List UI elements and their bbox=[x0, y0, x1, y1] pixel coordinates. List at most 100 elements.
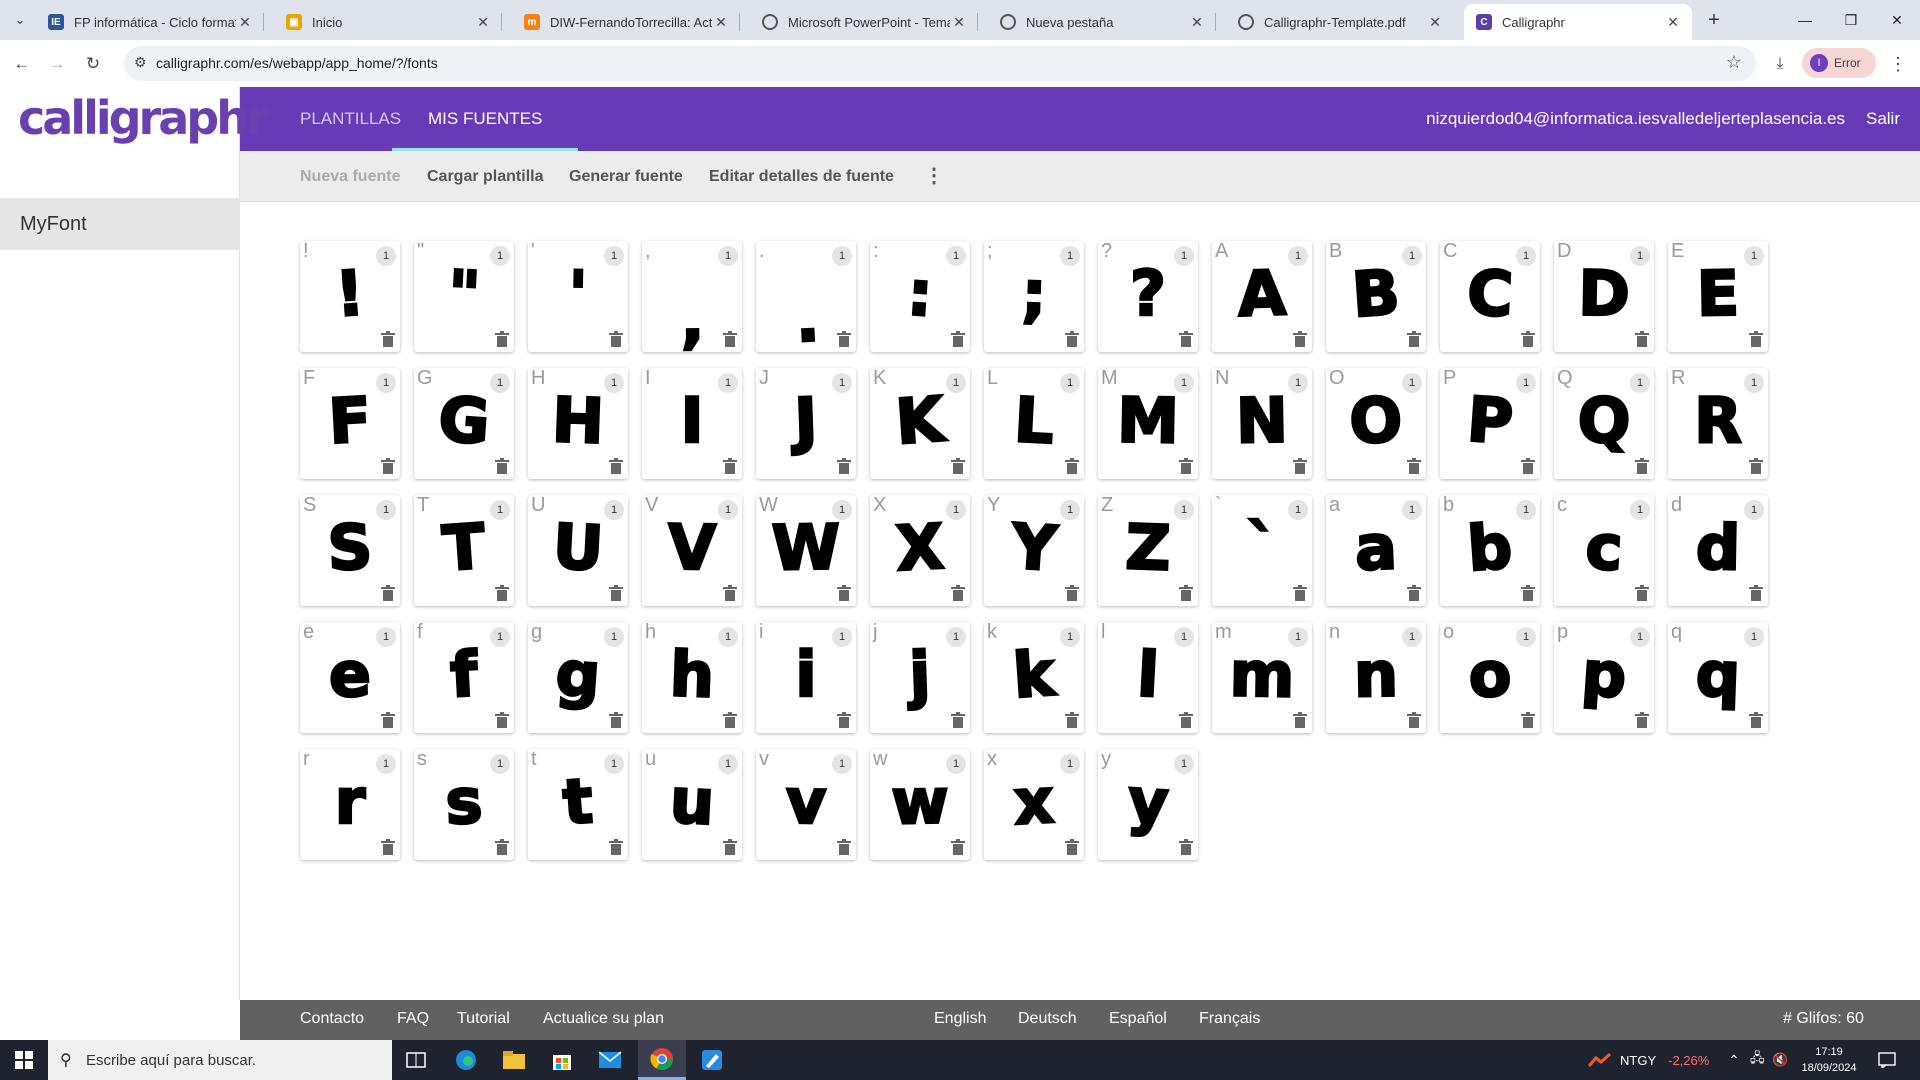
upgrade-plan-link[interactable]: Actualice su plan bbox=[543, 1010, 664, 1028]
close-icon[interactable]: ✕ bbox=[1664, 14, 1682, 31]
profile-button[interactable]: I Error bbox=[1802, 48, 1876, 78]
glyph-cell[interactable]: ;; 1 bbox=[984, 240, 1084, 352]
glyph-variant-badge[interactable]: 1 bbox=[718, 500, 738, 520]
glyph-variant-badge[interactable]: 1 bbox=[376, 627, 396, 647]
glyph-variant-badge[interactable]: 1 bbox=[718, 246, 738, 266]
glyph-variant-badge[interactable]: 1 bbox=[1402, 627, 1422, 647]
close-icon[interactable]: ✕ bbox=[712, 14, 730, 31]
glyph-cell[interactable]: gg1 bbox=[528, 621, 628, 733]
delete-glyph-icon[interactable] bbox=[1065, 585, 1079, 601]
delete-glyph-icon[interactable] bbox=[1749, 458, 1763, 474]
glyph-variant-badge[interactable]: 1 bbox=[604, 373, 624, 393]
language-spanish-link[interactable]: Español bbox=[1109, 1010, 1167, 1028]
glyph-variant-badge[interactable]: 1 bbox=[1174, 373, 1194, 393]
delete-glyph-icon[interactable] bbox=[609, 712, 623, 728]
glyph-cell[interactable]: ii1 bbox=[756, 621, 856, 733]
glyph-variant-badge[interactable]: 1 bbox=[1060, 246, 1080, 266]
glyph-cell[interactable]: EE1 bbox=[1668, 240, 1768, 352]
edge-browser-icon[interactable] bbox=[442, 1040, 490, 1080]
glyph-cell[interactable]: jj1 bbox=[870, 621, 970, 733]
glyph-variant-badge[interactable]: 1 bbox=[946, 754, 966, 774]
glyph-variant-badge[interactable]: 1 bbox=[490, 500, 510, 520]
language-german-link[interactable]: Deutsch bbox=[1018, 1010, 1077, 1028]
system-clock[interactable]: 17:19 18/09/2024 bbox=[1790, 1044, 1868, 1076]
delete-glyph-icon[interactable] bbox=[1407, 458, 1421, 474]
browser-menu-icon[interactable]: ⋮ bbox=[1886, 50, 1910, 78]
delete-glyph-icon[interactable] bbox=[1179, 712, 1193, 728]
delete-glyph-icon[interactable] bbox=[723, 458, 737, 474]
glyph-variant-badge[interactable]: 1 bbox=[832, 627, 852, 647]
glyph-cell[interactable]: II1 bbox=[642, 367, 742, 479]
close-window-icon[interactable]: ✕ bbox=[1874, 0, 1920, 40]
glyph-cell[interactable]: YY1 bbox=[984, 494, 1084, 606]
close-icon[interactable]: ✕ bbox=[1426, 14, 1444, 31]
glyph-variant-badge[interactable]: 1 bbox=[1288, 373, 1308, 393]
delete-glyph-icon[interactable] bbox=[381, 331, 395, 347]
close-icon[interactable]: ✕ bbox=[950, 14, 968, 31]
notifications-icon[interactable] bbox=[1878, 1040, 1896, 1080]
glyph-variant-badge[interactable]: 1 bbox=[832, 246, 852, 266]
close-icon[interactable]: ✕ bbox=[1188, 14, 1206, 31]
browser-tab[interactable]: Microsoft PowerPoint - Tema01 ✕ bbox=[750, 4, 978, 40]
delete-glyph-icon[interactable] bbox=[1179, 458, 1193, 474]
glyph-variant-badge[interactable]: 1 bbox=[1516, 500, 1536, 520]
glyph-cell[interactable]: vv1 bbox=[756, 748, 856, 860]
glyph-cell[interactable]: QQ1 bbox=[1554, 367, 1654, 479]
delete-glyph-icon[interactable] bbox=[723, 712, 737, 728]
bookmark-star-icon[interactable]: ☆ bbox=[1726, 52, 1742, 73]
glyph-cell[interactable]: cc1 bbox=[1554, 494, 1654, 606]
glyph-variant-badge[interactable]: 1 bbox=[1630, 500, 1650, 520]
browser-tab[interactable]: ▣ Inicio ✕ bbox=[274, 4, 502, 40]
glyph-variant-badge[interactable]: 1 bbox=[718, 373, 738, 393]
glyph-cell[interactable]: ::1 bbox=[870, 240, 970, 352]
delete-glyph-icon[interactable] bbox=[1065, 458, 1079, 474]
delete-glyph-icon[interactable] bbox=[381, 839, 395, 855]
delete-glyph-icon[interactable] bbox=[1407, 585, 1421, 601]
more-options-icon[interactable]: ⋮ bbox=[924, 163, 944, 188]
language-french-link[interactable]: Français bbox=[1199, 1010, 1260, 1028]
delete-glyph-icon[interactable] bbox=[1293, 331, 1307, 347]
delete-glyph-icon[interactable] bbox=[837, 331, 851, 347]
delete-glyph-icon[interactable] bbox=[495, 839, 509, 855]
glyph-cell[interactable]: rr1 bbox=[300, 748, 400, 860]
font-list-item[interactable]: MyFont bbox=[0, 198, 240, 250]
glyph-cell[interactable]: NN1 bbox=[1212, 367, 1312, 479]
glyph-variant-badge[interactable]: 1 bbox=[832, 754, 852, 774]
glyph-variant-badge[interactable]: 1 bbox=[832, 500, 852, 520]
glyph-cell[interactable]: WW1 bbox=[756, 494, 856, 606]
delete-glyph-icon[interactable] bbox=[1065, 331, 1079, 347]
delete-glyph-icon[interactable] bbox=[837, 839, 851, 855]
delete-glyph-icon[interactable] bbox=[1635, 712, 1649, 728]
delete-glyph-icon[interactable] bbox=[1635, 585, 1649, 601]
glyph-variant-badge[interactable]: 1 bbox=[1174, 627, 1194, 647]
delete-glyph-icon[interactable] bbox=[951, 458, 965, 474]
delete-glyph-icon[interactable] bbox=[837, 712, 851, 728]
glyph-cell[interactable]: pp1 bbox=[1554, 621, 1654, 733]
glyph-cell[interactable]: ll1 bbox=[1098, 621, 1198, 733]
glyph-cell[interactable]: XX1 bbox=[870, 494, 970, 606]
glyph-variant-badge[interactable]: 1 bbox=[1288, 627, 1308, 647]
glyph-variant-badge[interactable]: 1 bbox=[1630, 246, 1650, 266]
delete-glyph-icon[interactable] bbox=[1293, 712, 1307, 728]
delete-glyph-icon[interactable] bbox=[1521, 585, 1535, 601]
glyph-variant-badge[interactable]: 1 bbox=[376, 373, 396, 393]
glyph-cell[interactable]: TT1 bbox=[414, 494, 514, 606]
glyph-variant-badge[interactable]: 1 bbox=[1744, 373, 1764, 393]
glyph-cell[interactable]: RR1 bbox=[1668, 367, 1768, 479]
glyph-cell[interactable]: mm1 bbox=[1212, 621, 1312, 733]
delete-glyph-icon[interactable] bbox=[495, 331, 509, 347]
glyph-cell[interactable]: UU1 bbox=[528, 494, 628, 606]
delete-glyph-icon[interactable] bbox=[1065, 839, 1079, 855]
glyph-cell[interactable]: ` ` 1 bbox=[1212, 494, 1312, 606]
file-explorer-icon[interactable] bbox=[490, 1040, 538, 1080]
glyph-cell[interactable]: !! 1 bbox=[300, 240, 400, 352]
close-icon[interactable]: ✕ bbox=[236, 14, 254, 31]
delete-glyph-icon[interactable] bbox=[1635, 331, 1649, 347]
glyph-variant-badge[interactable]: 1 bbox=[604, 754, 624, 774]
glyph-cell[interactable]: ,, 1 bbox=[642, 240, 742, 352]
edit-font-details-button[interactable]: Editar detalles de fuente bbox=[709, 168, 894, 186]
glyph-variant-badge[interactable]: 1 bbox=[1516, 373, 1536, 393]
download-icon[interactable]: ⤓ bbox=[1766, 50, 1794, 78]
delete-glyph-icon[interactable] bbox=[1521, 712, 1535, 728]
tab-search-icon[interactable]: ⌄ bbox=[8, 8, 32, 32]
